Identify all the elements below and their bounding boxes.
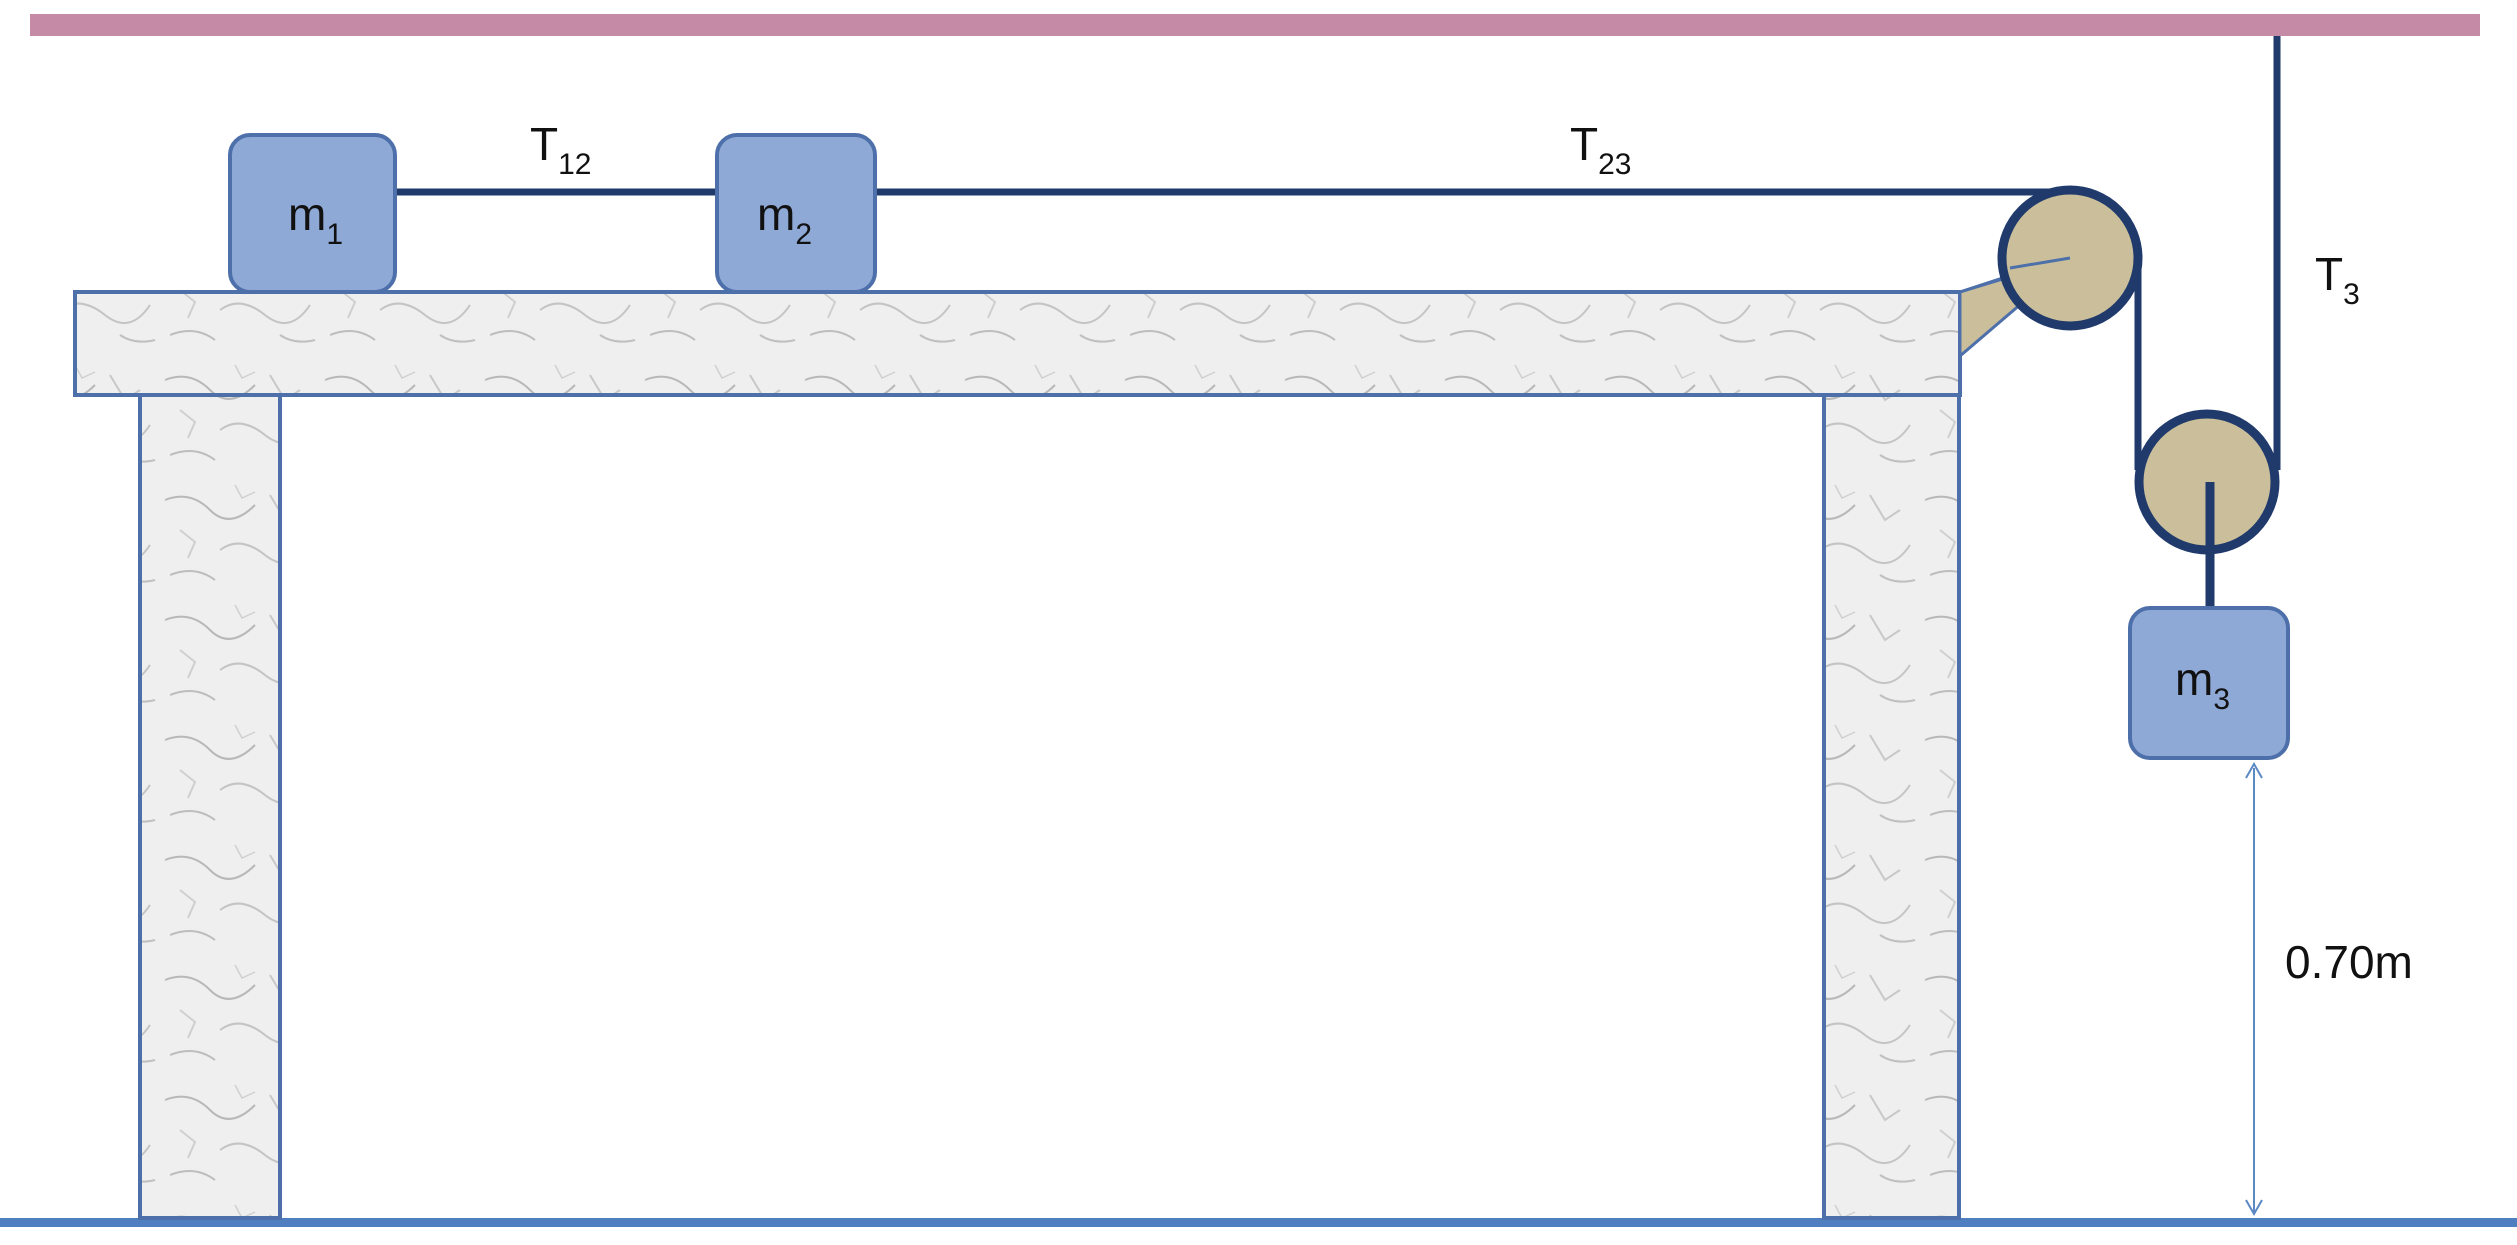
label-t12: T12 xyxy=(530,118,591,181)
table-leg-right xyxy=(1822,393,1961,1220)
label-t23: T23 xyxy=(1570,118,1631,181)
table-top xyxy=(73,290,1962,397)
floor xyxy=(0,1218,2517,1227)
ceiling xyxy=(30,14,2480,36)
dimension-label: 0.70m xyxy=(2285,936,2413,988)
pulley-system-diagram: m1 m2 m3 T12 T23 T3 0.70m xyxy=(0,14,2517,1227)
table-leg-left xyxy=(138,393,282,1220)
label-t3: T3 xyxy=(2315,248,2360,311)
block-m2 xyxy=(715,133,877,294)
